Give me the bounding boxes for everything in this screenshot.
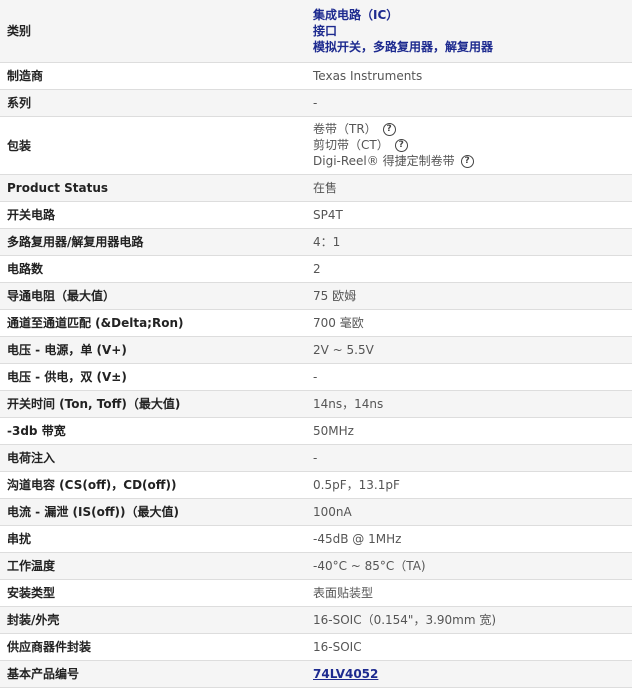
packaging-option: Digi-Reel® 得捷定制卷带 ?	[313, 153, 625, 169]
row-label: -3db 带宽	[0, 417, 306, 445]
row-supplier-package: 供应商器件封装 16-SOIC	[0, 633, 632, 661]
row-label: 沟道电容 (CS(off)，CD(off))	[0, 471, 306, 499]
row-value: Texas Instruments	[306, 62, 632, 90]
row-label: 开关电路	[0, 201, 306, 229]
row-packaging: 包装 卷带（TR） ? 剪切带（CT） ? Digi-Reel® 得捷定制卷带 …	[0, 116, 632, 175]
row-channel-match: 通道至通道匹配 (&Delta;Ron) 700 毫欧	[0, 309, 632, 337]
row-label: 类别	[0, 0, 306, 63]
row-value: 0.5pF，13.1pF	[306, 471, 632, 499]
row-circuit-count: 电路数 2	[0, 255, 632, 283]
packaging-tr: 卷带（TR）	[313, 122, 377, 136]
row-value: 2V ~ 5.5V	[306, 336, 632, 364]
packaging-digireel: Digi-Reel® 得捷定制卷带	[313, 154, 455, 168]
row-manufacturer: 制造商 Texas Instruments	[0, 62, 632, 90]
help-circle-icon[interactable]: ?	[382, 122, 396, 136]
row-value: 4：1	[306, 228, 632, 256]
row-label: 封装/外壳	[0, 606, 306, 634]
packaging-option: 卷带（TR） ?	[313, 121, 625, 137]
row-label: 电荷注入	[0, 444, 306, 472]
help-circle-icon[interactable]: ?	[460, 154, 474, 168]
packaging-ct: 剪切带（CT）	[313, 138, 389, 152]
row-label: 工作温度	[0, 552, 306, 580]
row-channel-cap: 沟道电容 (CS(off)，CD(off)) 0.5pF，13.1pF	[0, 471, 632, 499]
row-value: SP4T	[306, 201, 632, 229]
category-link-analog-switch[interactable]: 模拟开关，多路复用器，解复用器	[313, 39, 625, 55]
row-mount-type: 安装类型 表面贴装型	[0, 579, 632, 607]
row-value: 16-SOIC（0.154"，3.90mm 宽)	[306, 606, 632, 634]
row-base-part: 基本产品编号 74LV4052	[0, 660, 632, 688]
row-crosstalk: 串扰 -45dB @ 1MHz	[0, 525, 632, 553]
row-switch-circuit: 开关电路 SP4T	[0, 201, 632, 229]
category-link-ic[interactable]: 集成电路（IC）	[313, 7, 625, 23]
row-switch-time: 开关时间 (Ton, Toff)（最大值) 14ns，14ns	[0, 390, 632, 418]
row-value: 100nA	[306, 498, 632, 526]
row-label: 安装类型	[0, 579, 306, 607]
row-value: -45dB @ 1MHz	[306, 525, 632, 553]
row-value: -	[306, 89, 632, 117]
row-label: 供应商器件封装	[0, 633, 306, 661]
row-value: 表面贴装型	[306, 579, 632, 607]
row-label: 包装	[0, 116, 306, 175]
row-package-case: 封装/外壳 16-SOIC（0.154"，3.90mm 宽)	[0, 606, 632, 634]
row-leakage: 电流 - 漏泄 (IS(off))（最大值) 100nA	[0, 498, 632, 526]
row-label: 制造商	[0, 62, 306, 90]
row-value: -	[306, 444, 632, 472]
spec-table: 类别 集成电路（IC） 接口 模拟开关，多路复用器，解复用器 制造商 Texas…	[0, 0, 632, 688]
row-value: -40°C ~ 85°C（TA)	[306, 552, 632, 580]
row-label: 电路数	[0, 255, 306, 283]
row-label: 基本产品编号	[0, 660, 306, 688]
row-label: 电压 - 供电，双 (V±)	[0, 363, 306, 391]
row-label: 串扰	[0, 525, 306, 553]
row-label: 多路复用器/解复用器电路	[0, 228, 306, 256]
packaging-option: 剪切带（CT） ?	[313, 137, 625, 153]
row-label: 电流 - 漏泄 (IS(off))（最大值)	[0, 498, 306, 526]
row-value: 卷带（TR） ? 剪切带（CT） ? Digi-Reel® 得捷定制卷带 ?	[306, 116, 632, 175]
row-value: 700 毫欧	[306, 309, 632, 337]
row-label: 电压 - 电源，单 (V+)	[0, 336, 306, 364]
row-value: 14ns，14ns	[306, 390, 632, 418]
help-circle-icon[interactable]: ?	[394, 138, 408, 152]
row-value: -	[306, 363, 632, 391]
row-series: 系列 -	[0, 89, 632, 117]
row-on-resistance: 导通电阻（最大值） 75 欧姆	[0, 282, 632, 310]
row-category: 类别 集成电路（IC） 接口 模拟开关，多路复用器，解复用器	[0, 0, 632, 63]
row-voltage-dual: 电压 - 供电，双 (V±) -	[0, 363, 632, 391]
row-bandwidth: -3db 带宽 50MHz	[0, 417, 632, 445]
row-label: 开关时间 (Ton, Toff)（最大值)	[0, 390, 306, 418]
row-voltage-single: 电压 - 电源，单 (V+) 2V ~ 5.5V	[0, 336, 632, 364]
row-charge-injection: 电荷注入 -	[0, 444, 632, 472]
row-label: 通道至通道匹配 (&Delta;Ron)	[0, 309, 306, 337]
row-value: 74LV4052	[306, 660, 632, 688]
row-mux-circuit: 多路复用器/解复用器电路 4：1	[0, 228, 632, 256]
row-temperature: 工作温度 -40°C ~ 85°C（TA)	[0, 552, 632, 580]
row-label: Product Status	[0, 174, 306, 202]
row-value: 50MHz	[306, 417, 632, 445]
category-link-interface[interactable]: 接口	[313, 23, 625, 39]
row-value: 集成电路（IC） 接口 模拟开关，多路复用器，解复用器	[306, 0, 632, 63]
row-value: 75 欧姆	[306, 282, 632, 310]
row-product-status: Product Status 在售	[0, 174, 632, 202]
row-label: 系列	[0, 89, 306, 117]
row-value: 16-SOIC	[306, 633, 632, 661]
row-label: 导通电阻（最大值）	[0, 282, 306, 310]
base-part-link[interactable]: 74LV4052	[313, 667, 378, 681]
row-value: 2	[306, 255, 632, 283]
row-value: 在售	[306, 174, 632, 202]
